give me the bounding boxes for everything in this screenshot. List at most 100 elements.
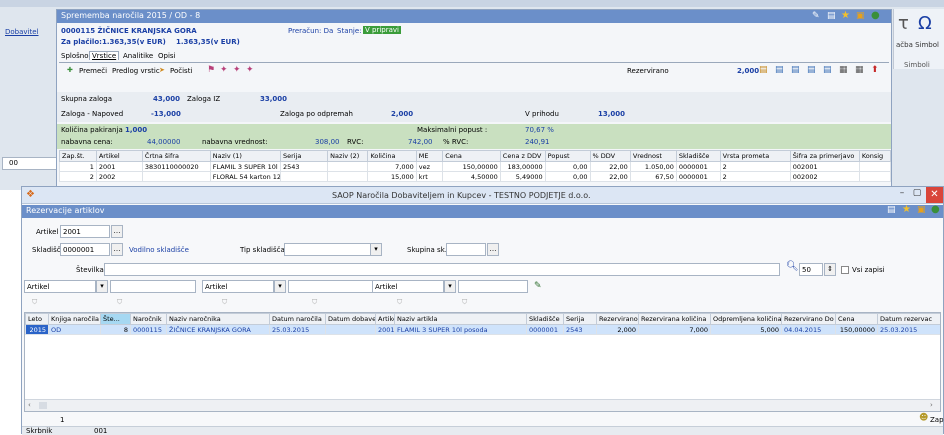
vsi-zapisi-label[interactable]: Vsi zapisi bbox=[852, 266, 885, 274]
tool-icon-1[interactable]: ⚑ bbox=[207, 65, 215, 75]
filter-value-3[interactable] bbox=[458, 280, 528, 293]
order-grid-header-cell[interactable]: Šifra za primerjavo bbox=[789, 150, 860, 162]
results-cell[interactable]: 25.03.2015 bbox=[269, 324, 326, 335]
order-grid-cell[interactable]: 2543 bbox=[279, 161, 329, 172]
order-grid-cell[interactable] bbox=[279, 171, 329, 182]
results-cell[interactable]: 8 bbox=[100, 324, 131, 335]
limit-spinner[interactable]: ⇕ bbox=[824, 263, 836, 276]
favorite-icon[interactable]: ★ bbox=[841, 10, 850, 21]
results-cell[interactable]: 0000115 bbox=[130, 324, 167, 335]
order-grid-cell[interactable]: 67,50 bbox=[629, 171, 677, 182]
action-icon-1[interactable]: ▤ bbox=[759, 65, 768, 75]
results-cell[interactable]: 7,000 bbox=[638, 324, 711, 335]
tab-analitike[interactable]: Analitike bbox=[123, 52, 153, 60]
results-header-cell[interactable]: Datum dobave bbox=[325, 313, 376, 325]
tool-icon-3[interactable]: ✦ bbox=[233, 65, 241, 75]
results-header-cell[interactable]: Datum rezervac bbox=[877, 313, 940, 325]
order-grid-cell[interactable]: 183,00000 bbox=[499, 161, 546, 172]
bg-left-field[interactable]: 00 bbox=[2, 157, 57, 170]
results-cell[interactable]: 04.04.2015 bbox=[781, 324, 836, 335]
order-grid-header-cell[interactable]: % DDV bbox=[589, 150, 631, 162]
order-grid-cell[interactable]: 150,00000 bbox=[442, 161, 501, 172]
funnel-icon-1[interactable]: ⛉ bbox=[32, 298, 37, 307]
results-header-cell[interactable]: Serija bbox=[563, 313, 597, 325]
results-header-cell[interactable]: Naročnik bbox=[130, 313, 167, 325]
results-cell[interactable]: FLAMIL 3 SUPER 10l posoda bbox=[394, 324, 527, 335]
tool-icon-4[interactable]: ✦ bbox=[246, 65, 254, 75]
artikel-field[interactable]: 2001 bbox=[60, 225, 110, 238]
action-icon-8[interactable]: ⬆ bbox=[871, 65, 879, 75]
results-cell[interactable]: OD bbox=[48, 324, 101, 335]
predlog-vrstic-button[interactable]: Predlog vrstic bbox=[112, 67, 160, 75]
premeci-icon[interactable]: ✚ bbox=[67, 66, 73, 74]
order-grid-cell[interactable]: 4,50000 bbox=[442, 171, 501, 182]
order-grid-row[interactable]: 22002FLORAL 54 karton 12x1L15,000krt4,50… bbox=[59, 171, 892, 182]
order-grid-cell[interactable]: 2 bbox=[719, 171, 791, 182]
results-cell[interactable]: 2,000 bbox=[596, 324, 639, 335]
results-header-cell[interactable]: Naziv artikla bbox=[394, 313, 527, 325]
order-grid-cell[interactable] bbox=[858, 171, 892, 182]
order-grid-cell[interactable]: 0,00 bbox=[544, 161, 591, 172]
action-icon-4[interactable]: ▤ bbox=[807, 65, 816, 75]
order-grid-cell[interactable]: 2001 bbox=[95, 161, 143, 172]
maximize-button[interactable]: ▢ bbox=[910, 188, 924, 198]
action-icon-5[interactable]: ▤ bbox=[823, 65, 832, 75]
order-grid-header-cell[interactable]: Količina bbox=[367, 150, 417, 162]
results-header-cell[interactable]: Rezervirano Do bbox=[781, 313, 836, 325]
order-grid-header-cell[interactable]: Cena bbox=[442, 150, 501, 162]
order-grid-header-cell[interactable]: Naziv (1) bbox=[209, 150, 281, 162]
order-grid-cell[interactable]: 7,000 bbox=[367, 161, 417, 172]
zapri-button[interactable]: Zapri bbox=[930, 416, 944, 424]
results-header-cell[interactable]: Leto bbox=[25, 313, 49, 325]
results-header-cell[interactable]: Skladišče bbox=[526, 313, 564, 325]
tab-opisi[interactable]: Opisi bbox=[158, 52, 176, 60]
zapri-icon[interactable]: ☻ bbox=[919, 413, 928, 423]
order-grid-cell[interactable] bbox=[327, 171, 369, 182]
dialog-favorite-icon[interactable]: ★ bbox=[902, 204, 911, 215]
exit-icon[interactable]: ● bbox=[871, 10, 880, 21]
order-grid-header-cell[interactable]: Skladišče bbox=[675, 150, 721, 162]
filter-column-2-dropdown[interactable]: ▾ bbox=[274, 280, 286, 293]
order-grid-header-cell[interactable]: Vrednost bbox=[629, 150, 677, 162]
results-row[interactable]: 2015 OD 8 0000115 ŽIČNICE KRANJSKA GORA 25.03… bbox=[25, 324, 940, 335]
tip-skladisca-select[interactable] bbox=[284, 243, 380, 256]
dialog-exit-icon[interactable]: ● bbox=[931, 204, 940, 215]
stevilka-search-field[interactable] bbox=[104, 263, 780, 276]
pocisti-button[interactable]: Počisti bbox=[170, 67, 192, 75]
copy-icon[interactable]: ▤ bbox=[827, 11, 836, 21]
order-grid-header-cell[interactable]: Artikel bbox=[95, 150, 143, 162]
order-grid-cell[interactable] bbox=[141, 171, 211, 182]
results-header-cell[interactable]: Datum naročila bbox=[269, 313, 326, 325]
order-grid-header-cell[interactable]: ME bbox=[415, 150, 444, 162]
results-cell[interactable]: 2015 bbox=[25, 324, 49, 335]
action-icon-3[interactable]: ▤ bbox=[791, 65, 800, 75]
tab-vrstice[interactable]: Vrstice bbox=[89, 51, 120, 60]
results-header-cell[interactable]: Rezervirana količina bbox=[638, 313, 711, 325]
order-grid-header-cell[interactable]: Konsig bbox=[858, 150, 892, 162]
results-header-cell[interactable]: Rezervirano bbox=[596, 313, 639, 325]
funnel-icon-3[interactable]: ⛉ bbox=[222, 298, 227, 307]
skladisce-field[interactable]: 0000001 bbox=[60, 243, 110, 256]
order-grid-cell[interactable]: 5,49000 bbox=[499, 171, 546, 182]
premeci-button[interactable]: Premeči bbox=[79, 67, 107, 75]
order-grid-header-cell[interactable]: Črtna šifra bbox=[141, 150, 211, 162]
order-grid-cell[interactable]: 002002 bbox=[789, 171, 860, 182]
filter-column-2[interactable]: Artikel bbox=[202, 280, 274, 293]
results-cell[interactable]: 25.03.2015 bbox=[877, 324, 940, 335]
order-grid-header-cell[interactable]: Vrsta prometa bbox=[719, 150, 791, 162]
order-grid-cell[interactable]: 0000001 bbox=[675, 171, 721, 182]
filter-clear-icon[interactable]: ✎ bbox=[534, 281, 542, 291]
funnel-icon-6[interactable]: ⛉ bbox=[462, 298, 467, 307]
order-grid-cell[interactable]: 0000001 bbox=[675, 161, 721, 172]
tool-icon-2[interactable]: ✦ bbox=[220, 65, 228, 75]
order-grid-cell[interactable] bbox=[327, 161, 369, 172]
minimize-button[interactable]: – bbox=[895, 188, 909, 198]
order-grid-cell[interactable]: 22,00 bbox=[589, 171, 631, 182]
order-grid-header-cell[interactable]: Cena z DDV bbox=[499, 150, 546, 162]
symbols-label[interactable]: ačba Simbol bbox=[896, 41, 939, 49]
order-grid-cell[interactable]: 1 bbox=[59, 161, 97, 172]
results-header-cell[interactable]: Naziv naročnika bbox=[166, 313, 270, 325]
artikel-lookup-button[interactable]: … bbox=[111, 225, 123, 238]
order-grid-cell[interactable]: FLORAL 54 karton 12x1L bbox=[209, 171, 281, 182]
skupina-field[interactable] bbox=[446, 243, 486, 256]
